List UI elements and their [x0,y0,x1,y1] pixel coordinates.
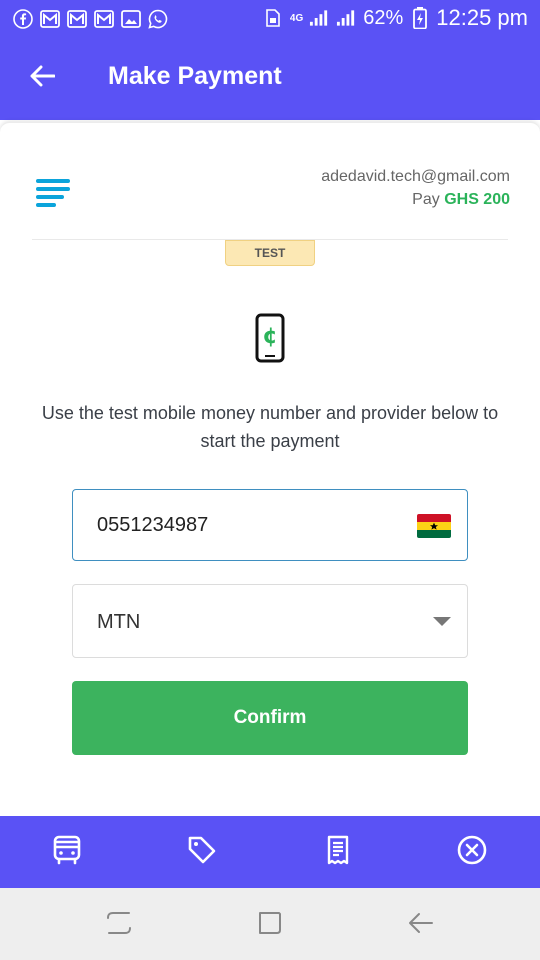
bottom-toolbar [0,816,540,888]
app-bar: Make Payment [0,36,540,120]
gmail-icon [93,8,114,29]
signal-icon [309,8,330,29]
clock: 12:25 pm [436,5,528,30]
bus-icon [53,835,81,870]
merchant-logo-icon [36,177,70,211]
close-button[interactable] [456,835,488,870]
notification-icons [12,8,168,29]
home-button[interactable] [255,910,285,940]
battery-percent: 62% [363,6,404,29]
payer-email: adedavid.tech@gmail.com [321,168,510,185]
test-mode-badge: TEST [225,240,315,266]
system-status: 4G 62% 12:25 pm [263,4,528,32]
whatsapp-icon [147,8,168,29]
network-type: 4G [289,12,304,24]
phone-number-value: 0551234987 [97,514,209,536]
gallery-icon [120,8,141,29]
payment-card: adedavid.tech@gmail.com Pay GHS 200 TEST… [0,122,540,816]
recents-button[interactable] [104,910,134,940]
gmail-icon [66,8,87,29]
gmail-icon [39,8,60,29]
ghana-flag-icon [417,514,451,538]
back-icon [406,909,434,942]
signal-icon [336,8,357,29]
arrow-left-icon [29,65,56,92]
receipt-button[interactable] [322,835,354,870]
recents-icon [105,909,133,942]
sim-card-icon [263,8,284,29]
battery-charging-icon [409,7,430,29]
back-button[interactable] [22,58,62,98]
bus-button[interactable] [51,835,83,870]
status-bar: 4G 62% 12:25 pm [0,0,540,36]
tag-button[interactable] [186,836,218,868]
provider-select[interactable]: MTN [72,584,468,658]
receipt-icon [324,835,352,870]
pay-summary: Pay GHS 200 [412,191,510,209]
system-nav-bar [0,888,540,960]
svg-text:¢: ¢ [262,324,277,349]
close-circle-icon [457,835,487,870]
phone-number-input[interactable]: 0551234987 [72,489,468,561]
pay-amount: GHS 200 [444,191,510,208]
facebook-icon [12,8,33,29]
tag-icon [187,835,217,870]
chevron-down-icon [433,617,451,626]
provider-value: MTN [97,611,141,633]
instruction-text: Use the test mobile money number and pro… [41,403,499,451]
pay-label: Pay [412,191,440,208]
home-icon [256,909,284,942]
confirm-button[interactable]: Confirm [72,681,468,755]
mobile-money-icon: ¢ [255,313,285,363]
page-title: Make Payment [108,62,282,90]
nav-back-button[interactable] [405,910,435,940]
